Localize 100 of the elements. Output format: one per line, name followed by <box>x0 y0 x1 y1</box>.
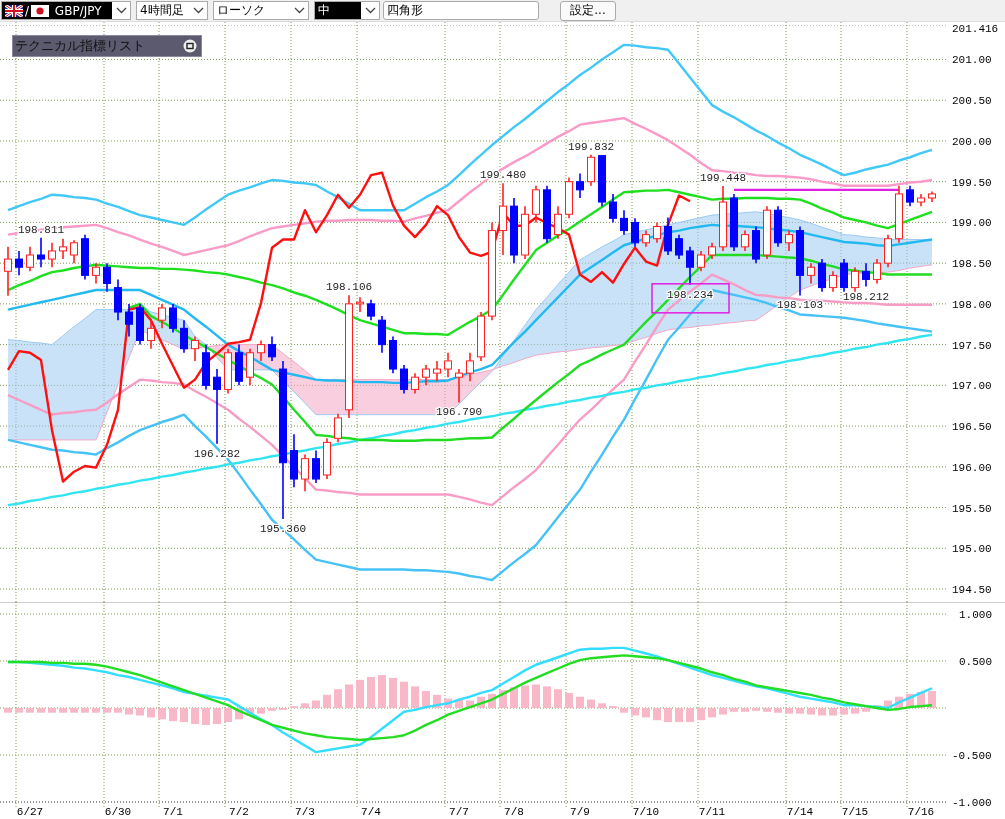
settings-button[interactable]: 設定... <box>560 0 616 21</box>
candlestick <box>609 193 617 224</box>
date-label: 7/16 <box>907 806 935 818</box>
price-label: 198.106 <box>325 281 373 294</box>
candlestick <box>367 299 375 321</box>
price-label: 198.811 <box>17 223 65 236</box>
candlestick <box>521 205 529 260</box>
candlestick <box>862 262 870 288</box>
axis-label: 195.00 <box>952 543 992 556</box>
candlestick <box>466 351 474 383</box>
candlestick <box>312 449 320 484</box>
shape-field[interactable]: 四角形 <box>383 1 539 20</box>
candlestick <box>444 351 452 378</box>
candlestick <box>708 242 716 260</box>
candlestick <box>653 221 661 244</box>
candlestick <box>697 250 705 273</box>
axis-label: 201.416 <box>952 23 999 35</box>
axis-label: 198.50 <box>952 258 992 271</box>
candlestick <box>565 176 573 220</box>
candlestick <box>642 229 650 248</box>
candlestick <box>37 237 45 269</box>
axis-label: 196.50 <box>952 421 992 434</box>
candlestick <box>785 229 793 252</box>
axis-label: 200.00 <box>952 135 992 148</box>
axis-label: 194.50 <box>952 584 992 596</box>
candlestick <box>114 278 122 321</box>
candlestick <box>389 335 397 374</box>
candlestick <box>763 205 771 260</box>
candlestick <box>752 225 760 264</box>
candlestick <box>4 246 12 297</box>
candlestick <box>356 296 364 313</box>
candlestick <box>719 185 727 252</box>
axis-label: -1.000 <box>952 797 992 809</box>
candlestick <box>378 315 386 354</box>
candlestick <box>158 303 166 330</box>
date-label: 7/9 <box>570 806 590 818</box>
candlestick <box>81 233 89 281</box>
candlestick <box>686 246 694 286</box>
uk-flag-icon <box>5 4 23 17</box>
restore-icon[interactable] <box>183 39 197 53</box>
candlestick <box>290 433 298 488</box>
candlestick <box>70 239 78 264</box>
candlestick <box>873 258 881 285</box>
candlestick <box>554 205 562 240</box>
currency-pair-dropdown[interactable]: / GBP/JPY <box>1 1 131 20</box>
date-label: 6/27 <box>16 806 44 818</box>
timeframe-dropdown[interactable]: 4時間足 <box>136 1 208 20</box>
candlestick <box>92 262 100 285</box>
axis-label: -0.500 <box>952 750 992 762</box>
candlestick <box>543 184 551 244</box>
candlestick <box>301 453 309 493</box>
candlestick <box>884 233 892 269</box>
candlestick <box>477 311 485 362</box>
axis-label: 197.50 <box>952 339 992 352</box>
date-label: 7/4 <box>361 806 381 818</box>
panel-title: テクニカル指標リスト <box>15 37 145 55</box>
date-label: 6/30 <box>104 806 132 818</box>
candlestick <box>741 229 749 252</box>
axis-label: 1.000 <box>959 609 992 621</box>
candlestick <box>202 343 210 391</box>
japan-flag-icon <box>31 4 50 17</box>
candlestick <box>587 153 595 187</box>
price-label: 199.448 <box>699 171 747 184</box>
size-dropdown[interactable]: 中 <box>314 1 380 20</box>
axis-label: 198.00 <box>952 298 992 311</box>
candlestick <box>631 217 639 248</box>
candlestick <box>334 413 342 444</box>
axis-label: 0.500 <box>959 656 992 668</box>
candlestick <box>191 335 199 362</box>
candlestick <box>136 303 144 346</box>
date-label: 7/11 <box>698 806 726 818</box>
date-label: 7/7 <box>449 806 469 818</box>
date-label: 7/1 <box>163 806 183 818</box>
price-label: 198.212 <box>842 290 890 303</box>
chevron-down-icon <box>115 7 127 14</box>
candlestick <box>851 266 859 293</box>
candlestick <box>257 339 265 362</box>
axis-label: 199.50 <box>952 176 992 189</box>
price-label: 199.832 <box>567 140 615 153</box>
candlestick <box>400 364 408 395</box>
candlestick <box>510 197 518 264</box>
candlestick <box>818 258 826 293</box>
axis-label: 195.50 <box>952 502 992 515</box>
candlestick <box>928 190 936 203</box>
chevron-down-icon <box>293 7 305 14</box>
price-label: 198.103 <box>776 299 824 312</box>
candlestick <box>664 216 672 256</box>
candlestick <box>433 360 441 383</box>
date-label: 7/3 <box>295 806 315 818</box>
candlestick <box>26 246 34 273</box>
candlestick <box>48 242 56 269</box>
candlestick <box>598 154 606 207</box>
axis-label: 200.50 <box>952 95 992 108</box>
candlestick <box>675 233 683 260</box>
chart-type-dropdown[interactable]: ローソク <box>213 1 309 20</box>
candlestick <box>103 262 111 293</box>
candlestick <box>906 184 914 207</box>
axis-label: 201.00 <box>952 54 992 67</box>
candlestick <box>829 270 837 293</box>
candlestick <box>422 364 430 387</box>
